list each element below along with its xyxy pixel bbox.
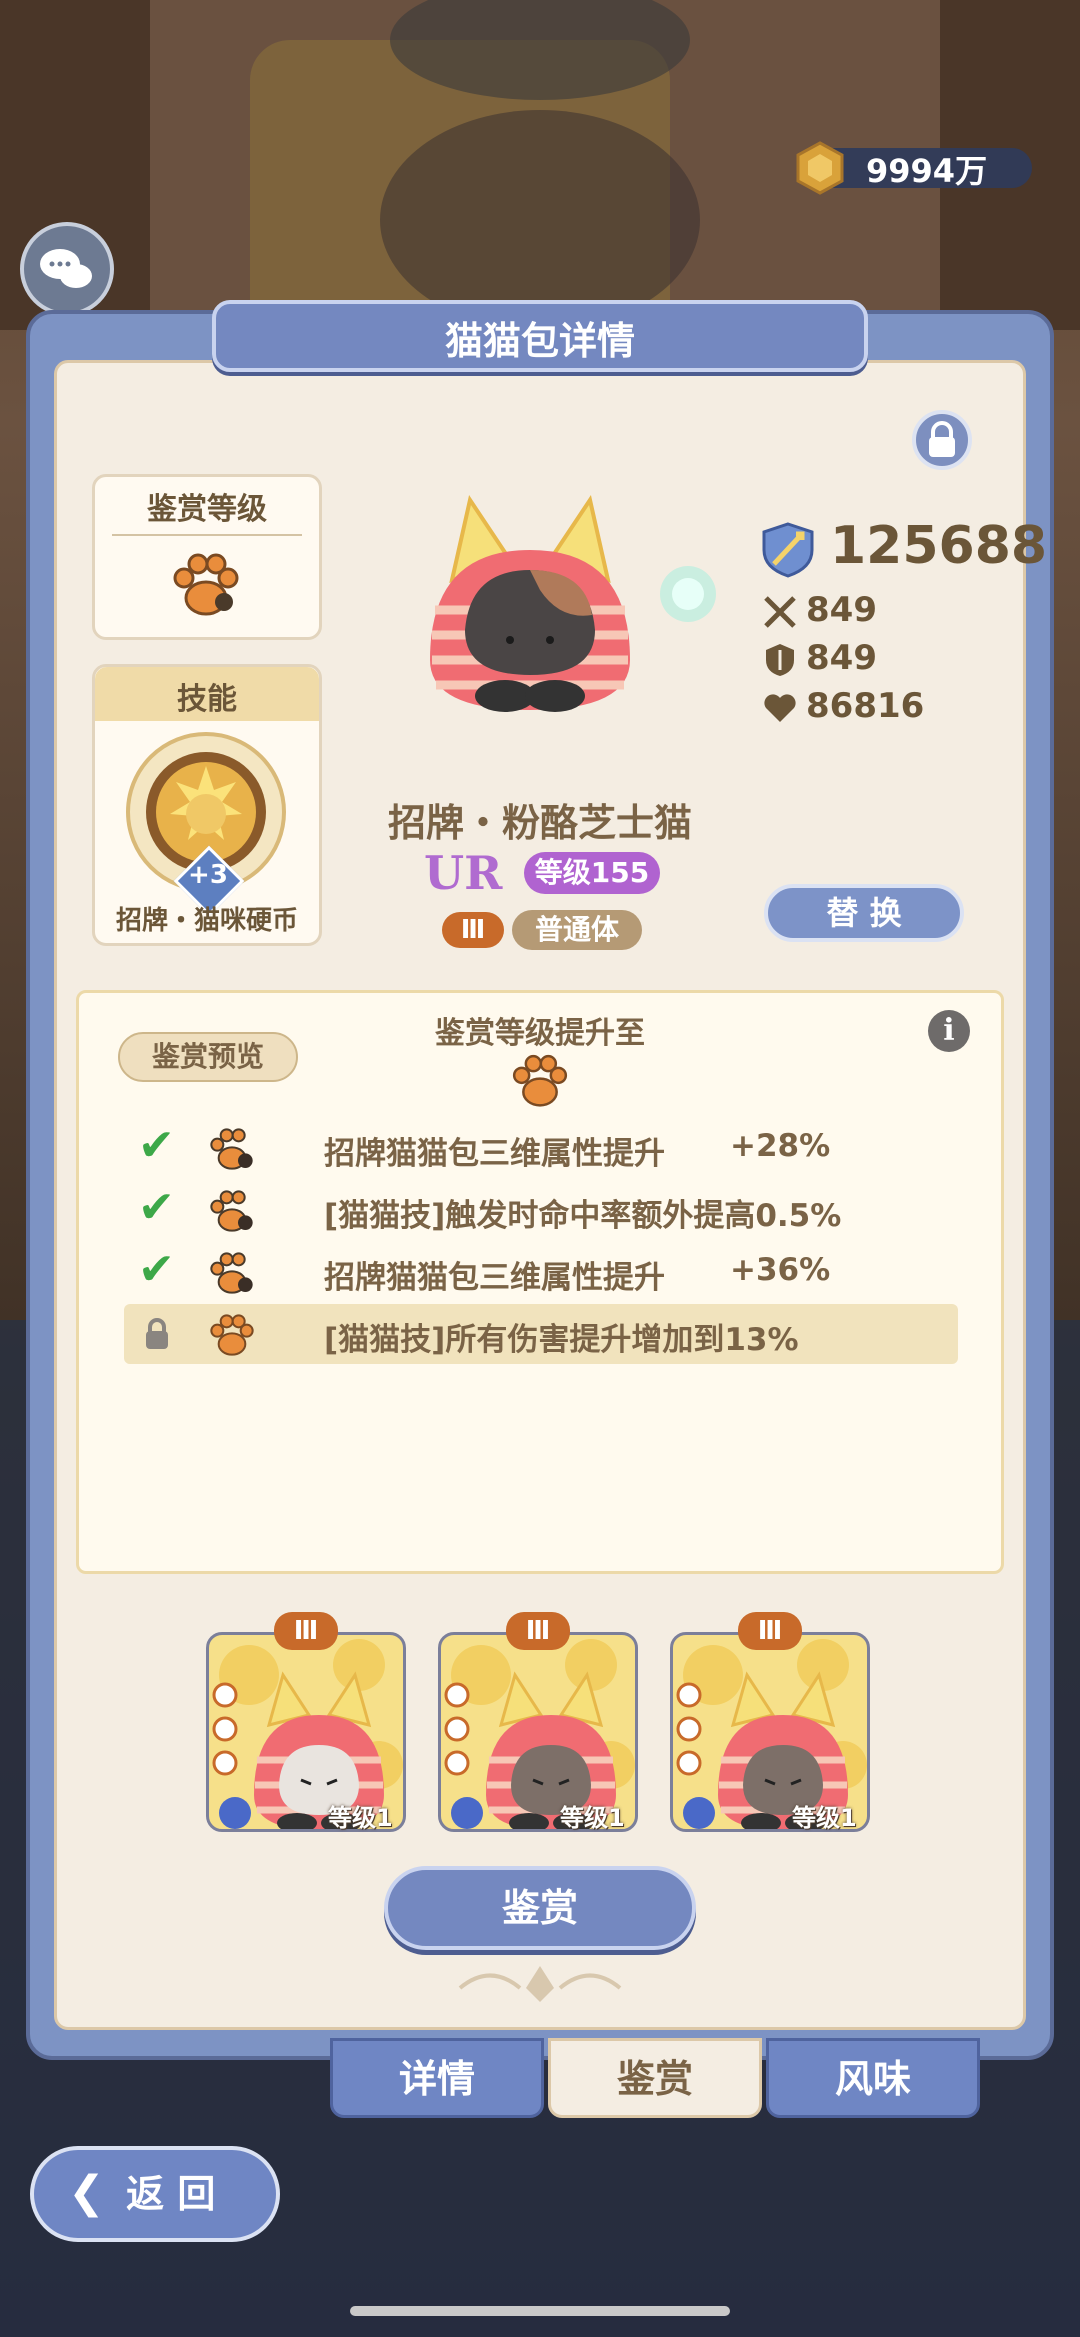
material-level: 等级1 [328,1804,393,1832]
material-rank-pill: Ⅲ [274,1612,338,1650]
heart-icon [764,694,796,722]
appraise-upgrade-title: 鉴赏等级提升至 [435,1016,645,1051]
power-shield-icon [762,522,814,578]
appraise-row-bonus: +28% [730,1128,831,1164]
material-level: 等级1 [792,1804,857,1832]
attack-swords-icon [764,596,796,628]
material-rank-pill: Ⅲ [738,1612,802,1650]
rank-pill: Ⅲ [442,912,504,948]
home-indicator [350,2306,730,2316]
cat-name: 招牌・粉酪芝士猫 [387,801,692,845]
paw-icon [173,553,239,616]
rarity-badge: UR [424,846,503,900]
panel-title: 猫猫包详情 [444,319,635,363]
chat-button[interactable] [20,222,114,316]
check-icon: ✔ [138,1244,175,1295]
info-icon[interactable]: i [928,1010,970,1052]
cat-portrait [430,495,630,712]
level-pill: 等级155 [524,852,660,894]
tab-flavor[interactable]: 风味 [766,2038,980,2118]
defense-shield-icon [766,644,794,676]
tab-details[interactable]: 详情 [330,2038,544,2118]
currency-value: 9994万 [866,152,988,190]
skill-level-badge-text: +3 [188,860,228,890]
paw-icon [210,1128,253,1170]
defense-value: 849 [806,638,877,678]
appraise-level-label: 鉴赏等级 [147,492,267,527]
body-type-pill: 普通体 [512,910,642,950]
lock-button[interactable] [912,410,972,470]
material-rank-pill: Ⅲ [506,1612,570,1650]
chat-bubbles-icon [40,249,92,288]
tab-appraise[interactable]: 鉴赏 [548,2038,762,2118]
appraise-row-text: 招牌猫猫包三维属性提升 [324,1260,665,1296]
divider [112,534,302,536]
appraise-row-bonus: +36% [730,1252,831,1288]
appraise-row-text: [猫猫技]所有伤害提升增加到13% [324,1322,799,1358]
appraise-preview-button[interactable]: 鉴赏预览 [118,1032,298,1082]
power-value: 125688 [830,516,1048,576]
check-icon: ✔ [138,1182,175,1233]
paw-icon [512,1054,568,1107]
back-button[interactable]: ❮ 返 回 [30,2146,280,2242]
check-icon: ✔ [138,1120,175,1171]
appraise-button[interactable]: 鉴赏 [384,1866,696,1950]
back-label: 返 回 [126,2172,216,2216]
paw-icon [210,1252,253,1294]
skill-label: 技能 [177,682,237,717]
back-arrow-icon: ❮ [68,2167,105,2218]
appraise-row-text: [猫猫技]触发时命中率额外提高0.5% [324,1198,842,1234]
attack-value: 849 [806,590,877,630]
paw-icon [210,1190,253,1232]
ornament-icon [458,1966,622,2002]
material-level: 等级1 [560,1804,625,1832]
sparkle-orb-icon [660,566,716,622]
lock-icon [146,1318,168,1349]
replace-button[interactable]: 替 换 [764,884,964,942]
paw-icon [210,1314,254,1356]
gold-coin-icon [796,141,844,195]
lock-icon [929,421,955,457]
hp-value: 86816 [806,686,925,726]
skill-name: 招牌・猫咪硬币 [115,906,298,936]
appraise-row-text: 招牌猫猫包三维属性提升 [324,1136,665,1172]
